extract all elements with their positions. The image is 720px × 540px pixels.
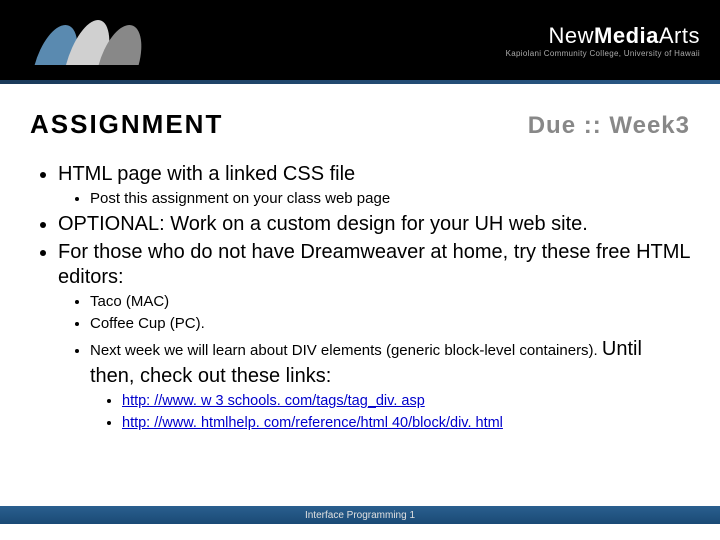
link-htmlhelp[interactable]: http: //www. htmlhelp. com/reference/htm… bbox=[122, 415, 503, 431]
list-text: For those who do not have Dreamweaver at… bbox=[58, 241, 690, 288]
brand-title: NewMediaArts bbox=[506, 23, 700, 49]
slide-content: ASSIGNMENT Due :: Week3 HTML page with a… bbox=[0, 84, 720, 433]
list-item: http: //www. htmlhelp. com/reference/htm… bbox=[122, 414, 690, 434]
list-text: HTML page with a linked CSS file bbox=[58, 163, 355, 185]
bullet-list: HTML page with a linked CSS file Post th… bbox=[30, 162, 690, 433]
footer-bar: Interface Programming 1 bbox=[0, 506, 720, 524]
list-item: Taco (MAC) bbox=[90, 292, 690, 312]
list-item: Post this assignment on your class web p… bbox=[90, 189, 690, 209]
list-item: Coffee Cup (PC). bbox=[90, 314, 690, 334]
link-w3schools[interactable]: http: //www. w 3 schools. com/tags/tag_d… bbox=[122, 393, 425, 409]
list-item: Next week we will learn about DIV elemen… bbox=[90, 336, 690, 433]
logo-swoosh-icon bbox=[40, 15, 136, 65]
slide-header: NewMediaArts Kapiolani Community College… bbox=[0, 0, 720, 80]
list-item: For those who do not have Dreamweaver at… bbox=[58, 240, 690, 434]
list-text: Next week we will learn about DIV elemen… bbox=[90, 342, 602, 359]
footer-text: Interface Programming 1 bbox=[305, 510, 415, 521]
list-item: HTML page with a linked CSS file Post th… bbox=[58, 162, 690, 209]
title-row: ASSIGNMENT Due :: Week3 bbox=[30, 109, 690, 140]
slide-title: ASSIGNMENT bbox=[30, 109, 223, 140]
list-item: OPTIONAL: Work on a custom design for yo… bbox=[58, 212, 690, 237]
list-item: http: //www. w 3 schools. com/tags/tag_d… bbox=[122, 392, 690, 412]
due-label: Due :: Week3 bbox=[528, 112, 690, 140]
brand-subtitle: Kapiolani Community College, University … bbox=[506, 49, 700, 58]
brand-block: NewMediaArts Kapiolani Community College… bbox=[506, 23, 700, 58]
